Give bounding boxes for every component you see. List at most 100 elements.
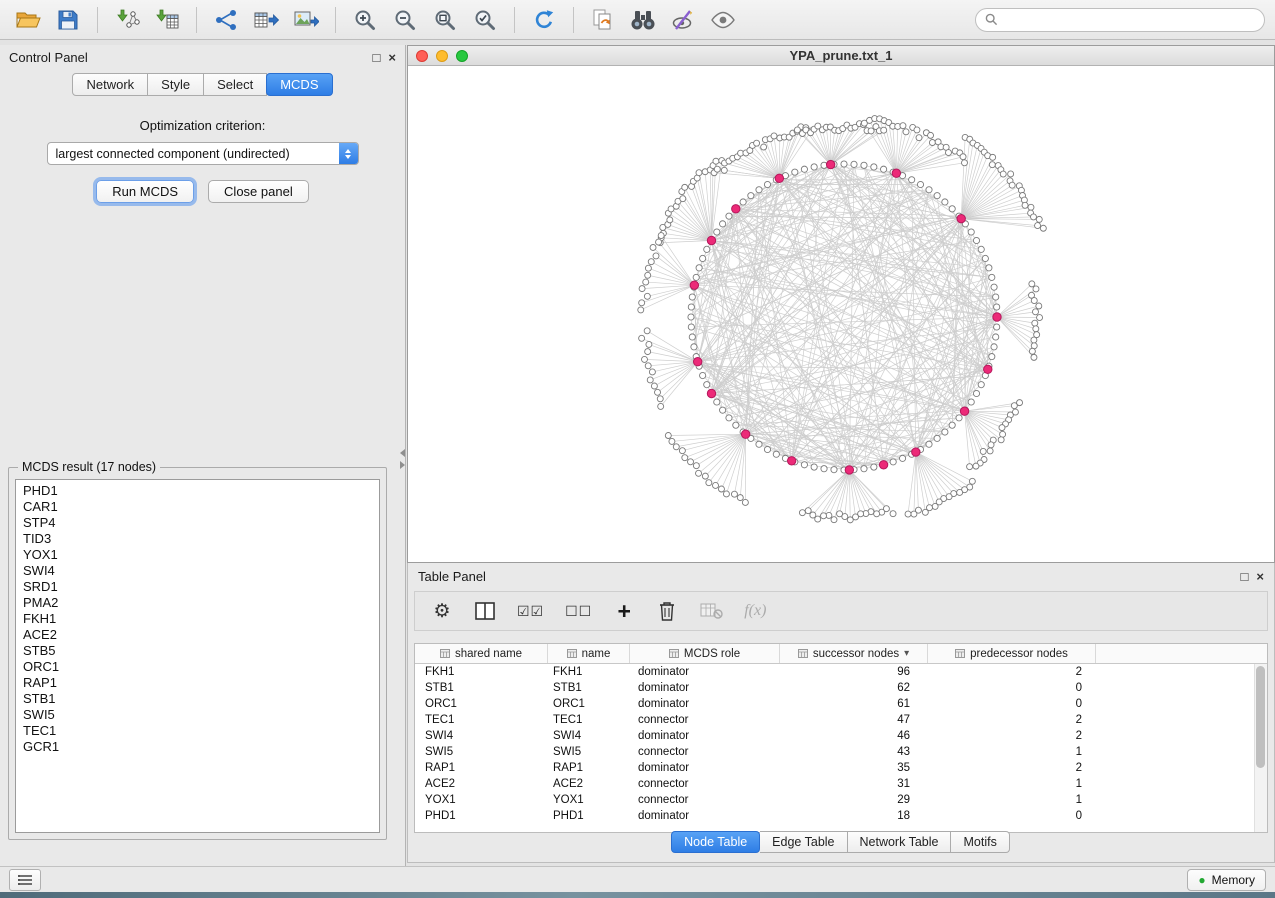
mcds-result-list[interactable]: PHD1CAR1STP4TID3YOX1SWI4SRD1PMA2FKH1ACE2… <box>15 479 380 833</box>
table-panel: Table Panel □ × ⚙ ☑☑ ☐☐ + f(x) <box>407 563 1275 863</box>
run-mcds-button[interactable]: Run MCDS <box>96 180 194 203</box>
table-settings-gear-icon[interactable]: ⚙ <box>431 599 453 623</box>
desktop-wallpaper-strip <box>0 892 1275 898</box>
search-input[interactable] <box>1003 12 1255 28</box>
maximize-window-icon[interactable] <box>456 50 468 62</box>
network-canvas[interactable] <box>408 65 1274 562</box>
column-header-shared-name[interactable]: shared name <box>415 644 548 663</box>
table-row[interactable]: SWI5SWI5connector431 <box>415 744 1255 760</box>
mcds-result-item[interactable]: SWI5 <box>16 707 379 723</box>
mcds-result-item[interactable]: STB1 <box>16 691 379 707</box>
mcds-result-item[interactable]: RAP1 <box>16 675 379 691</box>
table-row[interactable]: YOX1YOX1connector291 <box>415 792 1255 808</box>
zoom-selected-button[interactable] <box>467 5 503 35</box>
column-header-predecessor-nodes[interactable]: predecessor nodes <box>928 644 1096 663</box>
mcds-result-item[interactable]: GCR1 <box>16 739 379 755</box>
export-network-button[interactable] <box>208 5 244 35</box>
column-header-mcds-role[interactable]: MCDS role <box>630 644 780 663</box>
search-box[interactable] <box>975 8 1265 32</box>
mcds-result-item[interactable]: FKH1 <box>16 611 379 627</box>
table-row[interactable]: SWI4SWI4dominator462 <box>415 728 1255 744</box>
mcds-result-item[interactable]: STB5 <box>16 643 379 659</box>
show-hide-button[interactable] <box>705 5 741 35</box>
tab-select[interactable]: Select <box>204 73 267 96</box>
mcds-result-item[interactable]: ACE2 <box>16 627 379 643</box>
table-scrollbar[interactable] <box>1254 664 1267 832</box>
table-row[interactable]: STB1STB1dominator620 <box>415 680 1255 696</box>
table-row[interactable]: FKH1FKH1dominator962 <box>415 664 1255 680</box>
close-window-icon[interactable] <box>416 50 428 62</box>
control-panel-tabs: Network Style Select MCDS <box>0 73 405 96</box>
minimize-window-icon[interactable] <box>436 50 448 62</box>
float-panel-icon[interactable]: □ <box>373 51 381 64</box>
clone-network-button[interactable] <box>585 5 621 35</box>
status-menu-button[interactable] <box>9 869 41 891</box>
mcds-result-item[interactable]: PHD1 <box>16 483 379 499</box>
memory-button[interactable]: ● Memory <box>1187 869 1266 891</box>
table-cell: FKH1 <box>548 666 630 678</box>
network-window-titlebar[interactable]: YPA_prune.txt_1 <box>408 46 1274 66</box>
tab-node-table[interactable]: Node Table <box>671 831 760 853</box>
main-toolbar <box>0 0 1275 40</box>
table-row[interactable]: TEC1TEC1connector472 <box>415 712 1255 728</box>
table-row[interactable]: ACE2ACE2connector311 <box>415 776 1255 792</box>
toolbar-separator <box>514 7 515 33</box>
panel-splitter-handle[interactable] <box>398 446 406 472</box>
hamburger-icon <box>17 874 33 886</box>
mcds-result-item[interactable]: YOX1 <box>16 547 379 563</box>
memory-status-dot-icon: ● <box>1198 874 1205 886</box>
zoom-fit-icon <box>433 8 457 32</box>
import-table-button[interactable] <box>149 5 185 35</box>
mcds-result-item[interactable]: STP4 <box>16 515 379 531</box>
tab-network[interactable]: Network <box>72 73 148 96</box>
table-row[interactable]: RAP1RAP1dominator352 <box>415 760 1255 776</box>
mcds-result-item[interactable]: TID3 <box>16 531 379 547</box>
deselect-all-rows-icon[interactable]: ☐☐ <box>565 599 592 623</box>
tab-network-table[interactable]: Network Table <box>848 831 952 853</box>
close-panel-icon[interactable]: × <box>388 51 396 64</box>
column-header-name[interactable]: name <box>548 644 630 663</box>
float-panel-icon[interactable]: □ <box>1241 570 1249 583</box>
function-builder-icon[interactable]: f(x) <box>744 599 766 623</box>
save-session-button[interactable] <box>50 5 86 35</box>
table-cell: 47 <box>780 714 928 726</box>
mcds-result-item[interactable]: ORC1 <box>16 659 379 675</box>
table-row[interactable]: ORC1ORC1dominator610 <box>415 696 1255 712</box>
import-network-button[interactable] <box>109 5 145 35</box>
tab-edge-table[interactable]: Edge Table <box>760 831 847 853</box>
scrollbar-thumb[interactable] <box>1256 666 1265 768</box>
mcds-result-item[interactable]: CAR1 <box>16 499 379 515</box>
column-header-successor-nodes[interactable]: successor nodes ▾ <box>780 644 928 663</box>
trash-icon <box>657 600 677 622</box>
find-button[interactable] <box>625 5 661 35</box>
tab-motifs[interactable]: Motifs <box>951 831 1009 853</box>
open-folder-icon <box>15 8 41 32</box>
close-panel-button[interactable]: Close panel <box>208 180 309 203</box>
refresh-button[interactable] <box>526 5 562 35</box>
table-row[interactable]: PHD1PHD1dominator180 <box>415 808 1255 824</box>
tab-style[interactable]: Style <box>148 73 204 96</box>
column-visibility-icon[interactable] <box>474 599 496 623</box>
mcds-result-item[interactable]: TEC1 <box>16 723 379 739</box>
criterion-select[interactable]: largest connected component (undirected) <box>47 142 359 165</box>
mcds-result-item[interactable]: SWI4 <box>16 563 379 579</box>
table-cell: PHD1 <box>415 810 548 822</box>
open-session-button[interactable] <box>10 5 46 35</box>
select-all-rows-icon[interactable]: ☑☑ <box>517 599 544 623</box>
delete-column-icon[interactable] <box>656 599 678 623</box>
zoom-fit-button[interactable] <box>427 5 463 35</box>
tab-mcds[interactable]: MCDS <box>266 73 332 96</box>
annotation-mode-button[interactable] <box>665 5 701 35</box>
export-table-button[interactable] <box>248 5 284 35</box>
mcds-result-item[interactable]: PMA2 <box>16 595 379 611</box>
close-panel-icon[interactable]: × <box>1256 570 1264 583</box>
table-cell: 0 <box>928 682 1096 694</box>
add-column-icon[interactable]: + <box>613 599 635 623</box>
export-image-button[interactable] <box>288 5 324 35</box>
mcds-result-item[interactable]: SRD1 <box>16 579 379 595</box>
table-cell: 96 <box>780 666 928 678</box>
table-cell: RAP1 <box>548 762 630 774</box>
delete-table-icon[interactable] <box>699 599 723 623</box>
zoom-out-button[interactable] <box>387 5 423 35</box>
zoom-in-button[interactable] <box>347 5 383 35</box>
